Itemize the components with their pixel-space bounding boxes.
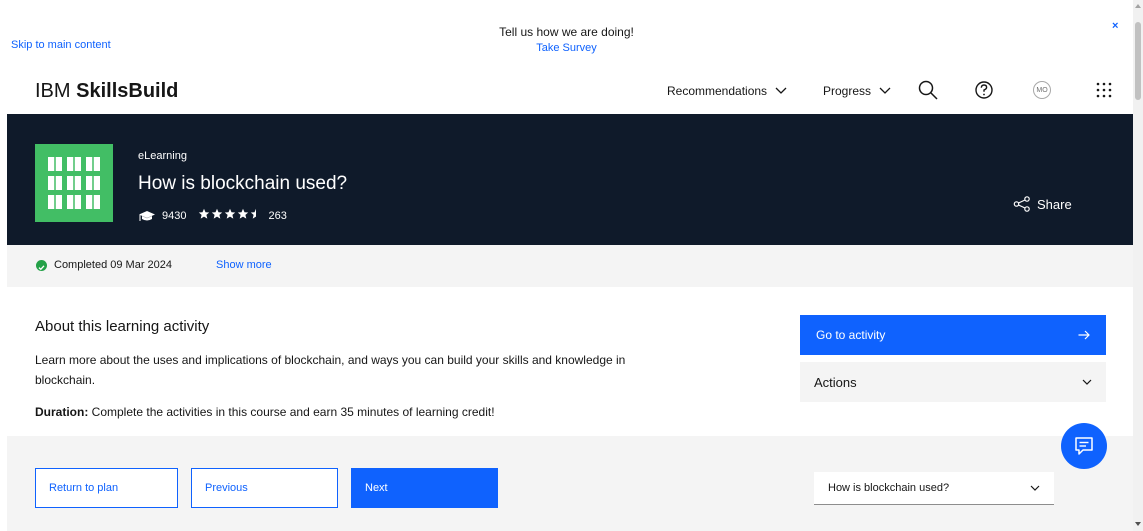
duration-text: Duration: Complete the activities in thi… (35, 405, 495, 419)
survey-message: Tell us how we are doing! (499, 25, 634, 39)
activity-select[interactable]: How is blockchain used? (814, 472, 1054, 505)
actions-dropdown[interactable]: Actions (800, 362, 1106, 402)
previous-button[interactable]: Previous (191, 468, 338, 508)
show-more-link[interactable]: Show more (216, 259, 272, 271)
rating-count: 263 (268, 209, 287, 222)
chat-icon (1075, 437, 1093, 455)
chat-button[interactable] (1061, 423, 1107, 469)
return-to-plan-button[interactable]: Return to plan (35, 468, 178, 508)
take-survey-link[interactable]: Take Survey (0, 42, 1133, 54)
nav-progress-label: Progress (823, 84, 872, 98)
go-to-activity-label: Go to activity (816, 328, 886, 342)
nav-recommendations-label: Recommendations (667, 84, 768, 98)
survey-banner: Skip to main content Tell us how we are … (0, 0, 1133, 62)
activity-hero: eLearning How is blockchain used? 9430 2… (7, 114, 1133, 245)
star-1 (199, 208, 210, 219)
close-icon[interactable]: × (1112, 20, 1118, 32)
chevron-down-icon (1030, 485, 1040, 491)
share-button[interactable]: Share (1013, 196, 1072, 212)
duration-label: Duration: (35, 405, 89, 419)
completed-date: Completed 09 Mar 2024 (54, 259, 173, 271)
duration-value: Complete the activities in this course a… (88, 405, 495, 419)
arrow-right-icon (1078, 330, 1090, 340)
star-5 (251, 208, 257, 219)
star-rating-icon (198, 208, 262, 223)
avatar-initials: MO (1033, 81, 1051, 99)
about-heading: About this learning activity (35, 318, 210, 335)
page-title: How is blockchain used? (138, 173, 348, 194)
nav-progress[interactable]: Progress (823, 84, 891, 98)
scroll-down-arrow-icon[interactable] (1135, 522, 1141, 526)
chevron-down-icon (775, 87, 787, 94)
app-switcher-icon[interactable] (1093, 79, 1115, 101)
about-description: Learn more about the uses and implicatio… (35, 353, 626, 387)
top-navigation: IBM SkillsBuild Recommendations Progress… (0, 62, 1133, 114)
star-4 (238, 208, 249, 219)
scroll-up-arrow-icon[interactable] (1135, 4, 1141, 8)
checkmark-icon (36, 260, 47, 271)
chevron-down-icon (879, 87, 891, 94)
chevron-down-icon (1082, 379, 1092, 385)
activity-select-value: How is blockchain used? (828, 482, 950, 494)
avatar[interactable]: MO (1031, 79, 1053, 101)
activity-thumbnail (35, 144, 113, 222)
activity-stats: 9430 263 (138, 208, 287, 223)
brand-name: SkillsBuild (76, 80, 179, 102)
next-button[interactable]: Next (351, 468, 498, 508)
share-icon (1013, 196, 1030, 212)
share-label: Share (1037, 196, 1072, 212)
nav-recommendations[interactable]: Recommendations (667, 84, 787, 98)
brand-logo[interactable]: IBM SkillsBuild (35, 80, 178, 103)
blockchain-grid-icon (48, 154, 100, 212)
graduation-cap-icon (139, 210, 155, 221)
take-survey-label[interactable]: Take Survey (536, 42, 597, 54)
star-2 (212, 208, 223, 219)
brand-prefix: IBM (35, 80, 71, 102)
actions-label: Actions (814, 374, 857, 390)
star-3 (225, 208, 236, 219)
help-icon[interactable] (973, 79, 995, 101)
go-to-activity-button[interactable]: Go to activity (800, 315, 1106, 355)
search-icon[interactable] (917, 79, 939, 101)
learner-count: 9430 (162, 209, 187, 222)
completion-status-bar: Completed 09 Mar 2024 Show more (7, 245, 1133, 287)
activity-type: eLearning (138, 150, 187, 162)
page-scrollbar[interactable] (1133, 0, 1143, 531)
scrollbar-thumb[interactable] (1135, 22, 1141, 100)
